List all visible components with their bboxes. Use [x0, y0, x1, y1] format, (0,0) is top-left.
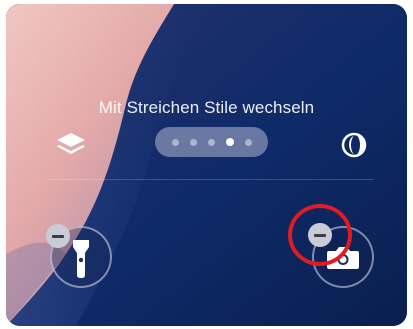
lock-screen-editor: Mit Streichen Stile wechseln: [6, 4, 407, 326]
page-dot: [244, 138, 252, 146]
contrast-icon[interactable]: [339, 130, 369, 160]
highlight-annotation-circle: [288, 204, 352, 266]
style-page-indicator[interactable]: [155, 127, 268, 157]
page-dot: [207, 138, 215, 146]
layers-icon[interactable]: [54, 130, 88, 160]
page-dot-active: [225, 138, 234, 146]
page-dot: [171, 138, 179, 146]
page-dot: [189, 138, 197, 146]
divider: [50, 179, 374, 180]
remove-flashlight-button[interactable]: [46, 224, 70, 248]
flashlight-icon: [73, 240, 89, 278]
swipe-hint-text: Mit Streichen Stile wechseln: [98, 98, 315, 117]
